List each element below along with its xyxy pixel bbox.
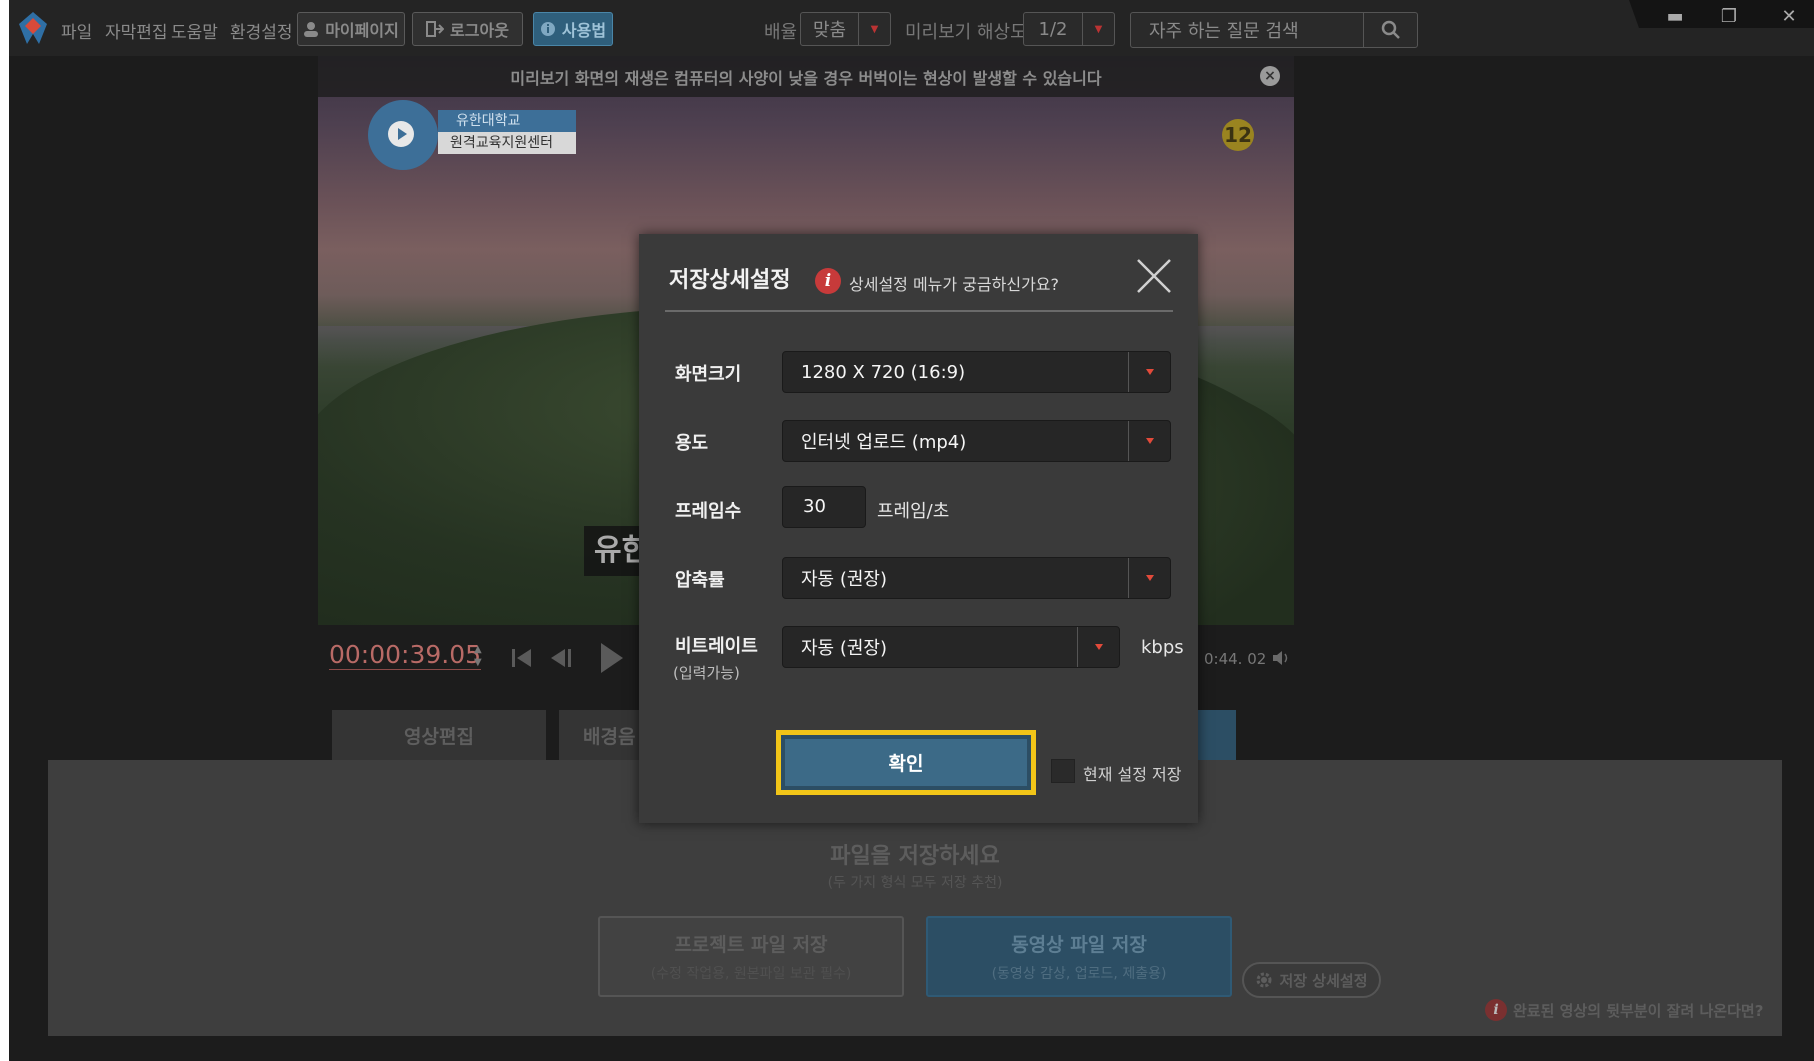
chevron-down-icon	[1128, 352, 1170, 392]
compression-field-label: 압축률	[675, 570, 725, 591]
search-icon	[1381, 20, 1400, 39]
mypage-button[interactable]: 마이페이지	[297, 12, 405, 46]
chevron-down-icon	[1128, 421, 1170, 461]
logout-label: 로그아웃	[450, 21, 509, 40]
bitrate-field-label: 비트레이트	[675, 636, 758, 657]
menu-file[interactable]: 파일	[61, 18, 92, 43]
badge-line2: 원격교육지원센터	[438, 132, 576, 154]
faq-search[interactable]: 자주 하는 질문 검색	[1130, 12, 1418, 48]
info-icon: i	[1485, 999, 1507, 1021]
mypage-label: 마이페이지	[325, 21, 399, 40]
save-current-label: 현재 설정 저장	[1083, 765, 1182, 784]
gear-icon	[1256, 972, 1272, 988]
fps-input[interactable]: 30	[782, 486, 866, 528]
save-project-button[interactable]: 프로젝트 파일 저장 (수정 작업용, 원본파일 보관 필수)	[598, 916, 904, 997]
close-window-icon[interactable]: ✕	[1769, 0, 1809, 32]
badge-line1: 유한대학교	[438, 110, 576, 132]
bitrate-field-value: 자동 (권장)	[801, 638, 888, 659]
save-current-checkbox[interactable]	[1051, 759, 1075, 783]
preview-notice-text: 미리보기 화면의 재생은 컴퓨터의 사양이 낮을 경우 버벅이는 현상이 발생할…	[510, 68, 1102, 88]
speed-select[interactable]: 맞춤 ▼	[800, 12, 891, 46]
howto-label: 사용법	[561, 21, 607, 40]
logout-icon	[426, 21, 445, 37]
restore-icon[interactable]: ❐	[1709, 0, 1749, 32]
chevron-down-icon	[1128, 558, 1170, 598]
save-project-label: 프로젝트 파일 저장	[674, 934, 828, 956]
fps-unit: 프레임/초	[877, 501, 950, 522]
bitrate-field-sublabel: (입력가능)	[673, 664, 740, 682]
bitrate-combobox[interactable]: 자동 (권장)	[782, 626, 1120, 668]
app-logo-icon	[19, 12, 47, 44]
resolution-value: 1/2	[1038, 18, 1068, 40]
volume-icon[interactable]	[1271, 649, 1291, 667]
tab-video-edit[interactable]: 영상편집	[332, 710, 546, 760]
user-icon	[304, 22, 319, 37]
dialog-title: 저장상세설정	[669, 268, 791, 293]
timecode-spinner[interactable]: ▲ ▼	[474, 643, 482, 669]
save-video-sub: (동영상 감상, 업로드, 제출용)	[991, 966, 1167, 982]
advanced-settings-label: 저장 상세설정	[1279, 971, 1368, 990]
fps-field-label: 프레임수	[675, 501, 742, 522]
advanced-settings-button[interactable]: 저장 상세설정	[1242, 962, 1381, 998]
save-video-label: 동영상 파일 저장	[1011, 934, 1147, 956]
minimize-icon[interactable]: ▬	[1655, 0, 1695, 32]
resolution-label: 미리보기 해상도	[905, 22, 1027, 43]
save-video-button[interactable]: 동영상 파일 저장 (동영상 감상, 업로드, 제출용)	[926, 916, 1232, 997]
speed-label: 배율	[764, 22, 798, 43]
save-project-sub: (수정 작업용, 원본파일 보관 필수)	[650, 966, 852, 982]
tab-background-music[interactable]: 배경음	[559, 710, 639, 760]
app-window: 파일 자막편집 도움말 환경설정 마이페이지 로그아웃 사용법 배율 맞춤 ▼ …	[9, 0, 1814, 1061]
chevron-down-icon: ▼	[858, 13, 890, 45]
cut-help-text: 완료된 영상의 뒷부분이 잘려 나온다면?	[1513, 1001, 1764, 1020]
age-rating-badge: 12	[1222, 119, 1254, 151]
play-button-icon[interactable]	[597, 641, 625, 675]
menu-settings[interactable]: 환경설정	[230, 18, 293, 43]
resolution-field-label: 화면크기	[675, 364, 742, 385]
cut-help-link[interactable]: i 완료된 영상의 뒷부분이 잘려 나온다면?	[1485, 999, 1763, 1021]
confirm-button[interactable]: 확인	[785, 739, 1027, 786]
search-button[interactable]	[1363, 13, 1417, 47]
resolution-field-value: 1280 X 720 (16:9)	[801, 361, 966, 383]
timecode-input[interactable]: 00:00:39.05	[329, 640, 482, 670]
frame-back-icon[interactable]	[547, 645, 575, 671]
purpose-field-label: 용도	[675, 433, 709, 454]
menu-help[interactable]: 도움말	[171, 18, 218, 43]
resolution-select[interactable]: 1/2 ▼	[1023, 12, 1115, 46]
info-icon[interactable]: i	[815, 268, 841, 294]
faq-search-input[interactable]: 자주 하는 질문 검색	[1131, 17, 1363, 43]
confirm-highlight: 확인	[776, 730, 1036, 795]
logout-button[interactable]: 로그아웃	[412, 12, 523, 46]
close-icon[interactable]: ×	[1260, 66, 1280, 86]
purpose-field-value: 인터넷 업로드 (mp4)	[801, 432, 967, 453]
play-icon	[388, 121, 414, 147]
purpose-dropdown[interactable]: 인터넷 업로드 (mp4)	[782, 420, 1171, 462]
menu-subtitle-edit[interactable]: 자막편집	[105, 18, 168, 43]
resolution-dropdown[interactable]: 1280 X 720 (16:9)	[782, 351, 1171, 393]
howto-button[interactable]: 사용법	[533, 12, 613, 46]
save-panel-subtitle: (두 가지 형식 모두 저장 추천)	[827, 875, 1003, 891]
skip-start-icon[interactable]	[509, 645, 535, 671]
compression-field-value: 자동 (권장)	[801, 569, 888, 590]
duration-label: 0:44. 02	[1204, 650, 1267, 668]
speed-value: 맞춤	[812, 20, 847, 41]
bitrate-unit: kbps	[1141, 637, 1184, 658]
chevron-down-icon: ▼	[1082, 13, 1114, 45]
chevron-down-icon	[1077, 627, 1119, 667]
compression-dropdown[interactable]: 자동 (권장)	[782, 557, 1171, 599]
preview-notice-bar: 미리보기 화면의 재생은 컴퓨터의 사양이 낮을 경우 버벅이는 현상이 발생할…	[318, 56, 1294, 97]
dialog-divider	[665, 310, 1173, 312]
dialog-help-link[interactable]: 상세설정 메뉴가 궁금하신가요?	[849, 271, 1059, 295]
save-panel-title: 파일을 저장하세요	[830, 844, 1000, 869]
channel-badge: 유한대학교 원격교육지원센터	[368, 100, 578, 170]
info-icon	[540, 22, 555, 36]
close-icon[interactable]	[1134, 256, 1174, 296]
menu-bar: 파일 자막편집 도움말 환경설정 마이페이지 로그아웃 사용법 배율 맞춤 ▼ …	[9, 0, 1814, 56]
save-settings-dialog: 저장상세설정 i 상세설정 메뉴가 궁금하신가요? 화면크기 1280 X 72…	[639, 234, 1198, 823]
